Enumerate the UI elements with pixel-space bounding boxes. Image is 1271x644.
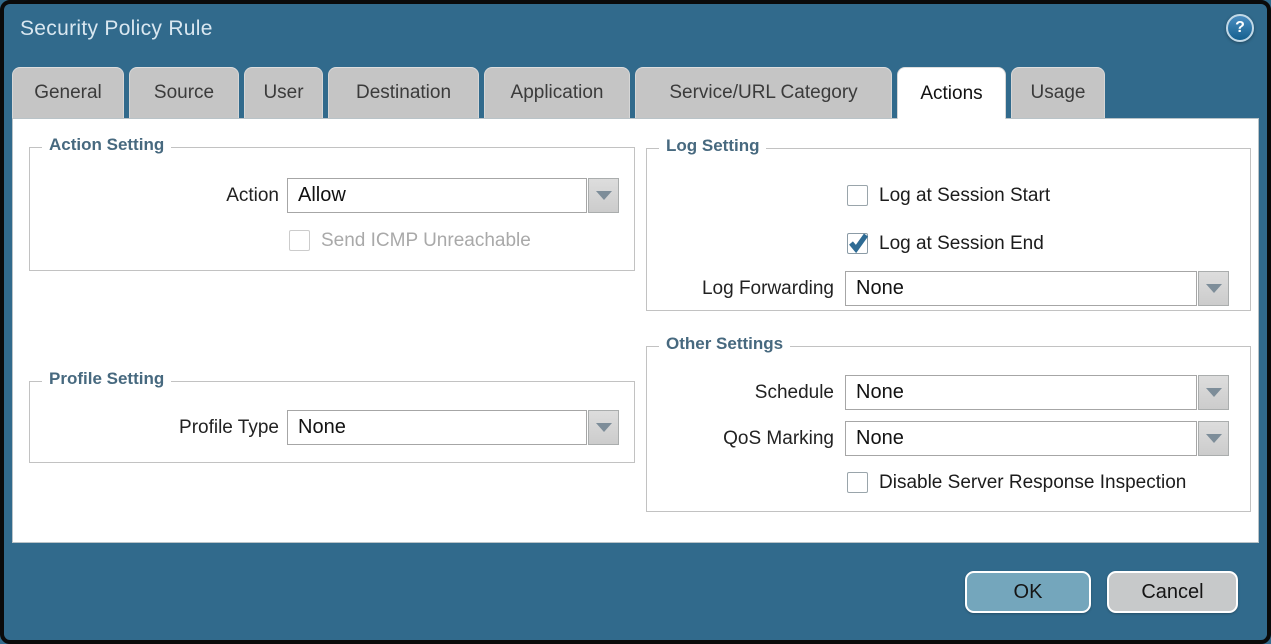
profile-setting-group: Profile Setting Profile Type None <box>29 381 635 463</box>
cancel-button[interactable]: Cancel <box>1107 571 1238 613</box>
tab-bar: General Source User Destination Applicat… <box>12 67 1105 118</box>
tab-service-url-category[interactable]: Service/URL Category <box>635 67 892 118</box>
action-label: Action <box>50 178 279 213</box>
checkmark-icon <box>847 231 870 259</box>
action-setting-group: Action Setting Action Allow Send ICMP Un… <box>29 147 635 271</box>
action-dropdown-value[interactable]: Allow <box>287 178 587 213</box>
ok-button[interactable]: OK <box>965 571 1091 613</box>
log-forwarding-dropdown[interactable]: None <box>845 271 1229 306</box>
group-title: Action Setting <box>42 135 171 155</box>
disable-server-response-inspection-label[interactable]: Disable Server Response Inspection <box>879 471 1186 495</box>
tab-actions[interactable]: Actions <box>897 67 1006 119</box>
help-icon[interactable]: ? <box>1226 14 1254 42</box>
qos-marking-label: QoS Marking <box>647 421 834 456</box>
log-at-session-end-label[interactable]: Log at Session End <box>879 232 1044 256</box>
profile-type-dropdown[interactable]: None <box>287 410 619 445</box>
log-at-session-start-label[interactable]: Log at Session Start <box>879 184 1050 208</box>
chevron-down-icon <box>596 423 612 432</box>
chevron-down-icon <box>1206 388 1222 397</box>
log-forwarding-dropdown-value[interactable]: None <box>845 271 1197 306</box>
chevron-down-icon <box>596 191 612 200</box>
log-setting-group: Log Setting Log at Session Start Log at … <box>646 148 1251 311</box>
tab-user[interactable]: User <box>244 67 323 118</box>
log-at-session-end-checkbox[interactable] <box>847 233 868 254</box>
qos-marking-dropdown-value[interactable]: None <box>845 421 1197 456</box>
dialog-title: Security Policy Rule <box>20 17 213 41</box>
tab-general[interactable]: General <box>12 67 124 118</box>
disable-server-response-inspection-checkbox[interactable] <box>847 472 868 493</box>
send-icmp-unreachable-label: Send ICMP Unreachable <box>321 229 531 253</box>
qos-marking-dropdown-button[interactable] <box>1198 421 1229 456</box>
group-title: Other Settings <box>659 334 790 354</box>
group-title: Profile Setting <box>42 369 171 389</box>
tab-usage[interactable]: Usage <box>1011 67 1105 118</box>
tab-application[interactable]: Application <box>484 67 630 118</box>
action-dropdown[interactable]: Allow <box>287 178 619 213</box>
schedule-label: Schedule <box>647 375 834 410</box>
schedule-dropdown[interactable]: None <box>845 375 1229 410</box>
log-forwarding-dropdown-button[interactable] <box>1198 271 1229 306</box>
profile-type-dropdown-value[interactable]: None <box>287 410 587 445</box>
log-forwarding-label: Log Forwarding <box>647 271 834 306</box>
schedule-dropdown-button[interactable] <box>1198 375 1229 410</box>
group-title: Log Setting <box>659 136 766 156</box>
tab-source[interactable]: Source <box>129 67 239 118</box>
chevron-down-icon <box>1206 284 1222 293</box>
schedule-dropdown-value[interactable]: None <box>845 375 1197 410</box>
send-icmp-unreachable-checkbox <box>289 230 310 251</box>
tab-destination[interactable]: Destination <box>328 67 479 118</box>
security-policy-rule-dialog: Security Policy Rule ? General Source Us… <box>0 0 1271 644</box>
action-dropdown-button[interactable] <box>588 178 619 213</box>
chevron-down-icon <box>1206 434 1222 443</box>
profile-type-label: Profile Type <box>50 410 279 445</box>
other-settings-group: Other Settings Schedule None QoS Marking… <box>646 346 1251 512</box>
log-at-session-start-checkbox[interactable] <box>847 185 868 206</box>
profile-type-dropdown-button[interactable] <box>588 410 619 445</box>
tab-content-panel: Action Setting Action Allow Send ICMP Un… <box>12 118 1259 543</box>
qos-marking-dropdown[interactable]: None <box>845 421 1229 456</box>
